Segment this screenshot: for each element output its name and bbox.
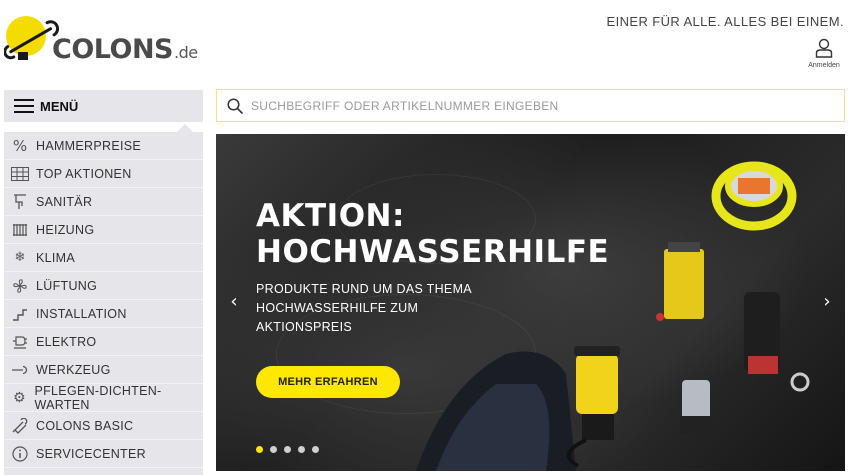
sidebar-item-label: COLONS BASIC — [36, 418, 134, 433]
logo-tld: .de — [174, 43, 198, 62]
sidebar-item-label: LÜFTUNG — [36, 278, 98, 293]
menu-pointer — [177, 124, 193, 132]
radiator-icon — [10, 220, 30, 240]
hero-title: AKTION: HOCHWASSERHILFE — [256, 198, 609, 270]
hero-slider[interactable]: AKTION: HOCHWASSERHILFE PRODUKTE RUND UM… — [216, 134, 845, 471]
faucet-icon — [10, 192, 30, 212]
slider-dots — [256, 446, 319, 453]
logo-text: COLONS.de — [52, 34, 198, 65]
sidebar-item-label: PFLEGEN-DICHTEN-WARTEN — [34, 383, 162, 412]
sidebar-item-label: KLIMA — [36, 250, 76, 265]
sidebar-item-klima[interactable]: ❄ KLIMA — [4, 244, 203, 272]
plug-icon — [10, 332, 30, 352]
slider-dot[interactable] — [256, 446, 263, 453]
slider-dot[interactable] — [284, 446, 291, 453]
slider-dot[interactable] — [270, 446, 277, 453]
sidebar-item-installation[interactable]: INSTALLATION — [4, 300, 203, 328]
chevron-left-icon[interactable]: ‹ — [224, 291, 244, 315]
chevron-right-icon[interactable]: › — [817, 291, 837, 315]
info-icon — [10, 444, 30, 464]
search-icon[interactable] — [227, 97, 243, 114]
tools-icon — [10, 416, 30, 436]
hero-subtitle: PRODUKTE RUND UM DAS THEMA HOCHWASSERHIL… — [256, 282, 472, 334]
slogan: EINER FÜR ALLE. ALLES BEI EINEM. — [606, 14, 844, 29]
sidebar-item-lueftung[interactable]: LÜFTUNG — [4, 272, 203, 300]
hamburger-icon — [14, 99, 34, 113]
sidebar-item-label: HAMMERPREISE — [36, 138, 142, 153]
sidebar-item-top-aktionen[interactable]: TOP AKTIONEN — [4, 160, 203, 188]
sidebar-item-label: WERKZEUG — [36, 362, 111, 377]
mehr-erfahren-button[interactable]: MEHR ERFAHREN — [256, 366, 400, 398]
account-button[interactable]: Anmelden — [806, 38, 842, 69]
sidebar-item-colons-basic[interactable]: COLONS BASIC — [4, 412, 203, 440]
sidebar-item-label: INSTALLATION — [36, 306, 127, 321]
hero-title-line-2: HOCHWASSERHILFE — [256, 234, 610, 270]
slider-dot[interactable] — [298, 446, 305, 453]
menu-button[interactable]: MENÜ — [4, 90, 203, 122]
sidebar-item-label: SANITÄR — [36, 194, 93, 209]
grid-icon — [10, 164, 30, 184]
sidebar-item-pflegen-dichten-warten[interactable]: ⚙ PFLEGEN-DICHTEN-WARTEN — [4, 384, 203, 412]
search-bar[interactable] — [216, 89, 845, 122]
sidebar-item-label: HEIZUNG — [36, 222, 95, 237]
fan-icon — [10, 276, 30, 296]
wrench-icon — [10, 360, 30, 380]
sidebar-item-label: TOP AKTIONEN — [36, 166, 132, 181]
category-sidebar: % HAMMERPREISE TOP AKTIONEN SANITÄR HEIZ… — [4, 132, 203, 475]
sidebar-item-werkzeug[interactable]: WERKZEUG — [4, 356, 203, 384]
percent-icon: % — [12, 136, 28, 155]
pipe-icon — [10, 304, 30, 324]
sidebar-item-elektro[interactable]: ELEKTRO — [4, 328, 203, 356]
logo[interactable]: COLONS.de — [4, 8, 198, 68]
slider-dot[interactable] — [312, 446, 319, 453]
snowflake-icon: ❄ — [14, 250, 26, 265]
menu-label: MENÜ — [40, 98, 79, 114]
sidebar-item-label: SERVICECENTER — [36, 446, 146, 461]
sidebar-item-sanitaer[interactable]: SANITÄR — [4, 188, 203, 216]
gears-icon: ⚙ — [12, 389, 26, 406]
sidebar-item-label: ELEKTRO — [36, 334, 97, 349]
sidebar-item-hammerpreise[interactable]: % HAMMERPREISE — [4, 132, 203, 160]
sidebar-item-servicecenter[interactable]: SERVICECENTER — [4, 440, 203, 468]
account-label: Anmelden — [808, 62, 840, 69]
user-icon — [815, 38, 833, 58]
hero-title-line-1: AKTION: — [256, 198, 405, 234]
search-input[interactable] — [251, 98, 844, 113]
sidebar-item-heizung[interactable]: HEIZUNG — [4, 216, 203, 244]
